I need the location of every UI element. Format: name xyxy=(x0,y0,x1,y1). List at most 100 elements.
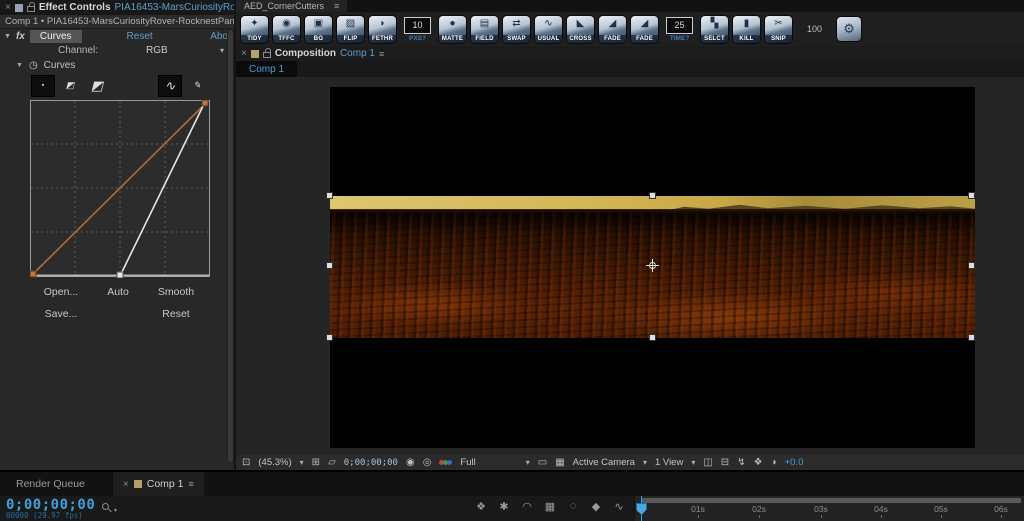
region-of-interest-icon[interactable]: ▭ xyxy=(538,457,547,468)
motion-blur-icon[interactable]: ◌ xyxy=(566,500,580,513)
curve-size-small-button[interactable]: ▪ xyxy=(32,76,54,96)
tab-render-queue[interactable]: Render Queue xyxy=(0,472,101,496)
curve-size-medium-button[interactable]: ◩ xyxy=(59,76,81,96)
panel-menu-icon[interactable]: ≡ xyxy=(379,49,384,59)
fade-out-button[interactable]: ◢FADE xyxy=(631,16,658,43)
bg-button[interactable]: ▣BG xyxy=(305,16,332,43)
scrollbar-thumb[interactable] xyxy=(228,30,233,462)
chevron-down-icon[interactable]: ▾ xyxy=(300,458,304,467)
reset-curve-button[interactable]: Reset xyxy=(146,308,206,320)
scale-value[interactable]: 100 xyxy=(807,24,822,34)
reset-exposure-icon[interactable]: ◑ xyxy=(771,457,777,468)
time-ruler[interactable]: 0s 01s 02s 03s 04s 05s 06s xyxy=(634,496,1024,521)
lock-icon[interactable] xyxy=(27,6,35,12)
show-snapshot-icon[interactable]: ◎ xyxy=(423,457,432,468)
mini-flowchart-icon[interactable]: ❖ xyxy=(474,500,488,513)
chevron-down-icon[interactable]: ▾ xyxy=(220,46,224,55)
smooth-button[interactable]: Smooth xyxy=(146,286,206,298)
safe-margins-icon[interactable]: ⊞ xyxy=(312,457,320,468)
auto-keyframe-icon[interactable]: ◆ xyxy=(589,500,603,513)
tidy-button[interactable]: ✦TIDY xyxy=(241,16,268,43)
selection-handle[interactable] xyxy=(326,262,333,269)
curve-tool-button[interactable]: ∿ xyxy=(159,76,181,96)
auto-button[interactable]: Auto xyxy=(91,286,145,298)
usual-button[interactable]: ∿USUAL xyxy=(535,16,562,43)
lock-icon[interactable] xyxy=(263,52,271,58)
draft-3d-icon[interactable]: ✱ xyxy=(497,500,511,513)
fx-icon[interactable]: fx xyxy=(16,31,25,42)
selection-handle[interactable] xyxy=(968,334,975,341)
current-time-display[interactable]: 0;00;00;00 00000 (29.97 fps) xyxy=(6,497,95,520)
close-icon[interactable]: × xyxy=(123,479,129,490)
frame-blending-icon[interactable]: ▦ xyxy=(543,500,557,513)
panel-menu-icon[interactable]: ≡ xyxy=(334,1,339,11)
panel-grip-icon[interactable] xyxy=(251,50,259,58)
reset-effect-button[interactable]: Reset xyxy=(127,31,153,42)
matte-button[interactable]: ●MATTE xyxy=(439,16,466,43)
flowchart-icon[interactable]: ❖ xyxy=(754,457,763,468)
time-input[interactable]: 25 xyxy=(666,17,693,34)
open-button[interactable]: Open... xyxy=(32,286,90,298)
feather-button[interactable]: ◗FETHR xyxy=(369,16,396,43)
collapse-triangle-icon[interactable]: ▼ xyxy=(16,62,23,69)
close-icon[interactable]: × xyxy=(241,48,247,59)
anchor-point[interactable] xyxy=(646,259,659,272)
graph-editor-icon[interactable]: ∿ xyxy=(612,500,626,513)
panel-title[interactable]: Effect Controls xyxy=(39,2,111,13)
channel-value-dropdown[interactable]: RGB xyxy=(146,45,168,56)
close-icon[interactable]: × xyxy=(5,2,11,13)
exposure-value[interactable]: +0.0 xyxy=(785,457,804,468)
view-count-dropdown[interactable]: 1 View xyxy=(655,457,683,468)
tffc-button[interactable]: ◉TFFC xyxy=(273,16,300,43)
selection-handle[interactable] xyxy=(968,262,975,269)
chevron-down-icon[interactable]: ▾ xyxy=(526,458,530,467)
pixel-aspect-correction-icon[interactable]: ⊟ xyxy=(721,457,729,468)
selection-handle[interactable] xyxy=(968,192,975,199)
panel-menu-icon[interactable]: ≡ xyxy=(189,479,194,489)
scrollbar[interactable] xyxy=(227,30,234,462)
magnification-icon[interactable]: ⊡ xyxy=(242,457,250,468)
swap-button[interactable]: ⇄SWAP xyxy=(503,16,530,43)
pencil-tool-button[interactable]: ✎ xyxy=(186,76,208,96)
field-button[interactable]: ▤FIELD xyxy=(471,16,498,43)
effect-name[interactable]: Curves xyxy=(30,30,82,43)
chevron-down-icon[interactable]: ▾ xyxy=(643,458,647,467)
tab-comp-1[interactable]: Comp 1 xyxy=(236,61,297,77)
panel-grip-icon[interactable] xyxy=(15,4,23,12)
save-button[interactable]: Save... xyxy=(32,308,90,320)
fade-in-button[interactable]: ◢FADE xyxy=(599,16,626,43)
tab-timeline-comp-1[interactable]: × Comp 1 ≡ xyxy=(113,472,204,496)
snip-button[interactable]: ✂SNIP xyxy=(765,16,792,43)
mask-visibility-icon[interactable]: ▱ xyxy=(328,457,336,468)
settings-button[interactable]: ⚙ xyxy=(837,17,861,41)
chevron-down-icon[interactable]: ▾ xyxy=(691,458,695,467)
active-camera-dropdown[interactable]: Active Camera xyxy=(573,457,635,468)
composition-viewer[interactable] xyxy=(236,77,1024,455)
about-effect-button[interactable]: Abo xyxy=(210,31,228,42)
fast-previews-icon[interactable]: ↯ xyxy=(737,457,745,468)
selection-handle[interactable] xyxy=(649,192,656,199)
pixels-input[interactable]: 10 xyxy=(404,17,431,34)
tab-aed-cornercutters[interactable]: AED_CornerCutters ≡ xyxy=(236,0,347,12)
selection-handle[interactable] xyxy=(326,192,333,199)
viewer-timecode[interactable]: 0;00;00;00 xyxy=(344,458,398,468)
curves-graph[interactable] xyxy=(30,100,210,281)
view-layout-icon[interactable]: ◫ xyxy=(703,457,712,468)
selection-handle[interactable] xyxy=(649,334,656,341)
stopwatch-icon[interactable]: ◷ xyxy=(29,60,38,71)
composition-frame[interactable] xyxy=(330,87,975,448)
collapse-triangle-icon[interactable]: ▼ xyxy=(4,33,11,40)
snapshot-icon[interactable]: ◉ xyxy=(406,457,415,468)
work-area-bar[interactable] xyxy=(642,498,1021,503)
selection-handle[interactable] xyxy=(326,334,333,341)
cross-button[interactable]: ◣CROSS xyxy=(567,16,594,43)
kill-button[interactable]: ▮KILL xyxy=(733,16,760,43)
flip-button[interactable]: ▨FLIP xyxy=(337,16,364,43)
channels-icon[interactable] xyxy=(439,460,452,465)
select-button[interactable]: ▚SELCT xyxy=(701,16,728,43)
resolution-dropdown[interactable]: Full xyxy=(460,457,475,468)
panel-title[interactable]: Composition xyxy=(275,48,336,59)
hide-shy-layers-icon[interactable]: ◠ xyxy=(520,500,534,513)
zoom-level-dropdown[interactable]: (45.3%) xyxy=(258,457,291,468)
search-input[interactable]: ▾ xyxy=(102,503,122,515)
